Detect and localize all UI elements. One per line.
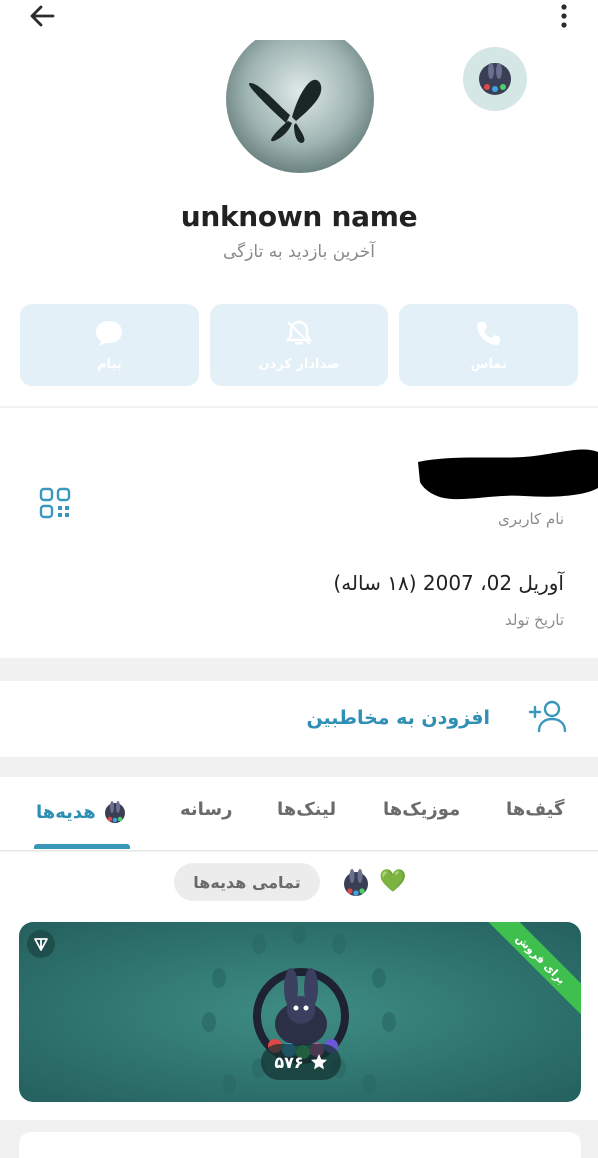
bell-off-icon [285, 320, 313, 345]
star-icon [310, 1054, 327, 1070]
tab-links[interactable]: لینک‌ها [277, 799, 336, 820]
top-app-bar [0, 0, 598, 40]
tab-music[interactable]: موزیک‌ها [383, 799, 460, 820]
gift-rabbit-icon [104, 801, 125, 823]
tab-gifts-label: هدیه‌ها [36, 801, 96, 823]
add-to-contacts-label: افزودن به مخاطبین [306, 707, 490, 729]
username-label: نام کاربری [498, 510, 564, 528]
unmute-label: صدادار کردن [258, 356, 340, 372]
profile-header: unknown name آخرین بازدید به تازگی پیام … [0, 0, 598, 406]
qr-code-icon [39, 487, 71, 519]
all-gifts-filter[interactable]: تمامی هدیه‌ها [174, 863, 320, 901]
add-person-icon [528, 700, 567, 733]
message-icon [96, 320, 123, 346]
birthday-value: آوریل 02، 2007 (۱۸ ساله) [333, 571, 564, 595]
more-options-button[interactable] [552, 0, 576, 32]
media-tabs: هدیه‌ها رسانه لینک‌ها موزیک‌ها گیف‌ها [0, 777, 598, 851]
profile-name: unknown name [180, 200, 418, 233]
gift-rabbit-icon [344, 869, 368, 896]
unmute-button[interactable]: صدادار کردن [209, 304, 389, 386]
call-label: تماس [470, 356, 507, 372]
active-tab-indicator [34, 844, 130, 849]
arrow-left-icon [30, 5, 55, 27]
add-to-contacts-button[interactable]: افزودن به مخاطبین [0, 681, 598, 757]
gift-price-value: ۵۷۶ [274, 1052, 304, 1072]
tab-media[interactable]: رسانه [180, 799, 233, 820]
gifts-section: تمامی هدیه‌ها 💚 برای فروش [0, 852, 598, 1120]
tab-gifs[interactable]: گیف‌ها [506, 799, 565, 820]
next-gift-card[interactable] [19, 1132, 581, 1158]
gift-status-avatar[interactable] [463, 47, 527, 111]
message-button[interactable]: پیام [20, 304, 199, 386]
phone-icon [476, 321, 500, 345]
message-label: پیام [97, 356, 122, 372]
action-buttons: پیام صدادار کردن تماس [20, 304, 579, 386]
birthday-label: تاریخ تولد [505, 611, 564, 629]
call-button[interactable]: تماس [399, 304, 579, 386]
back-button[interactable] [22, 0, 62, 32]
gift-price: ۵۷۶ [261, 1044, 341, 1080]
last-seen-status: آخرین بازدید به تازگی [222, 242, 376, 262]
green-heart-filter[interactable]: 💚 [379, 869, 406, 894]
qr-code-button[interactable] [38, 486, 74, 522]
more-vertical-icon [561, 4, 567, 28]
rabbit-gift-filter[interactable] [340, 867, 372, 899]
ton-icon [34, 938, 48, 951]
redacted-username [418, 449, 598, 500]
profile-avatar[interactable] [226, 25, 374, 173]
ton-badge [27, 930, 55, 958]
tab-gifts[interactable]: هدیه‌ها [36, 799, 128, 825]
gift-card[interactable]: برای فروش ۵۷۶ [19, 922, 581, 1102]
